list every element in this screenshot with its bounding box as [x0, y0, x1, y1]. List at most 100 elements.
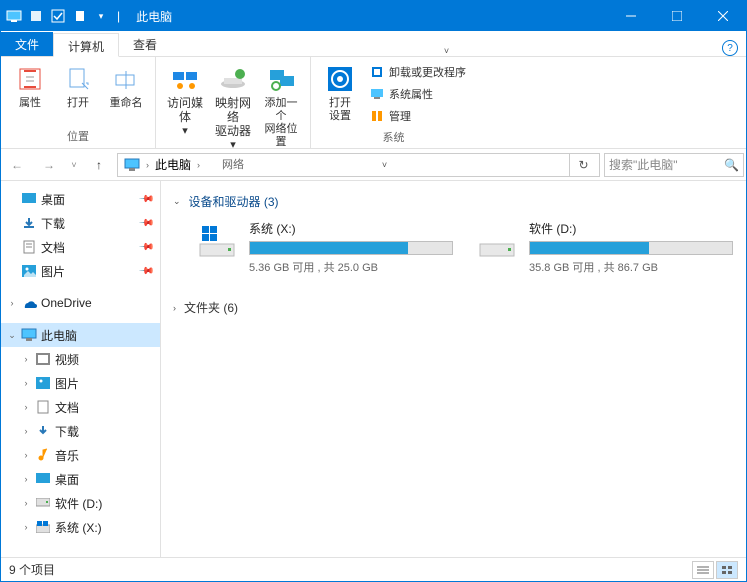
app-icon	[5, 7, 23, 25]
large-icons-view-button[interactable]	[716, 561, 738, 579]
drive-name: 软件 (D:)	[529, 220, 733, 237]
up-button[interactable]: ↑	[85, 153, 113, 177]
window-title: 此电脑	[128, 8, 172, 25]
open-button[interactable]: 打开	[55, 61, 101, 112]
back-button[interactable]: ←	[3, 153, 31, 177]
search-input[interactable]: 搜索"此电脑" 🔍	[604, 153, 744, 177]
open-icon	[62, 63, 94, 95]
breadcrumb-thispc[interactable]: 此电脑	[151, 156, 195, 173]
qat-new-icon[interactable]	[71, 7, 89, 25]
drive-free-text: 5.36 GB 可用 , 共 25.0 GB	[249, 259, 453, 275]
uninstall-button[interactable]: 卸载或更改程序	[365, 61, 470, 83]
tab-view[interactable]: 查看	[119, 32, 171, 56]
nav-music[interactable]: ›音乐	[1, 443, 160, 467]
pin-icon: 📌	[137, 263, 154, 280]
system-props-icon	[369, 86, 385, 102]
chevron-down-icon: ⌄	[173, 196, 181, 207]
manage-icon	[369, 108, 385, 124]
pin-icon: 📌	[137, 239, 154, 256]
ribbon: 属性 打开 重命名 位置 访问媒体▾ 映射网络 驱动器 ▾	[1, 57, 746, 149]
drive-icon	[35, 495, 51, 511]
status-bar: 9 个项目	[1, 557, 746, 581]
pictures-icon	[35, 375, 51, 391]
add-network-icon	[265, 63, 297, 95]
drive-item[interactable]: 软件 (D:) 35.8 GB 可用 , 共 86.7 GB	[473, 220, 733, 275]
drive-usage-bar	[529, 241, 733, 255]
minimize-button[interactable]	[608, 1, 654, 31]
forward-button[interactable]: →	[35, 153, 63, 177]
ribbon-collapse-icon[interactable]: ˅	[439, 46, 455, 56]
settings-icon	[324, 63, 356, 95]
breadcrumb[interactable]: › 此电脑 › ˅ ↻	[117, 153, 600, 177]
drive-free-text: 35.8 GB 可用 , 共 86.7 GB	[529, 259, 733, 275]
nav-drive-d[interactable]: ›软件 (D:)	[1, 491, 160, 515]
help-icon[interactable]: ?	[722, 40, 738, 56]
details-view-button[interactable]	[692, 561, 714, 579]
documents-icon	[21, 239, 37, 255]
pc-icon	[21, 327, 37, 343]
drive-name: 系统 (X:)	[249, 220, 453, 237]
map-network-button[interactable]: 映射网络 驱动器 ▾	[210, 61, 256, 154]
tab-computer[interactable]: 计算机	[53, 33, 119, 57]
tab-file[interactable]: 文件	[1, 32, 53, 56]
nav-desktop2[interactable]: ›桌面	[1, 467, 160, 491]
drive-icon	[35, 519, 51, 535]
properties-button[interactable]: 属性	[7, 61, 53, 112]
ribbon-tabs: 文件 计算机 查看 ˅ ?	[1, 31, 746, 57]
nav-onedrive[interactable]: ›OneDrive	[1, 291, 160, 315]
drive-item[interactable]: 系统 (X:) 5.36 GB 可用 , 共 25.0 GB	[193, 220, 453, 275]
documents-icon	[35, 399, 51, 415]
maximize-button[interactable]	[654, 1, 700, 31]
section-folders[interactable]: › 文件夹 (6)	[173, 295, 734, 320]
downloads-icon	[21, 215, 37, 231]
nav-thispc[interactable]: ⌄此电脑	[1, 323, 160, 347]
nav-pictures[interactable]: 图片📌	[1, 259, 160, 283]
nav-downloads[interactable]: 下载📌	[1, 211, 160, 235]
nav-documents2[interactable]: ›文档	[1, 395, 160, 419]
rename-icon	[110, 63, 142, 95]
pin-icon: 📌	[137, 215, 154, 232]
refresh-button[interactable]: ↻	[569, 154, 597, 176]
desktop-icon	[35, 471, 51, 487]
downloads-icon	[35, 423, 51, 439]
drive-usage-bar	[249, 241, 453, 255]
qat-checked-icon[interactable]	[49, 7, 67, 25]
nav-pictures2[interactable]: ›图片	[1, 371, 160, 395]
properties-icon	[14, 63, 46, 95]
nav-desktop[interactable]: 桌面📌	[1, 187, 160, 211]
open-settings-button[interactable]: 打开 设置	[317, 61, 363, 125]
ribbon-group-location: 属性 打开 重命名 位置	[1, 57, 156, 148]
recent-dropdown[interactable]: ˅	[67, 153, 81, 177]
nav-videos[interactable]: ›视频	[1, 347, 160, 371]
drive-icon	[193, 220, 241, 262]
map-network-icon	[217, 63, 249, 95]
search-icon: 🔍	[724, 158, 739, 172]
nav-downloads2[interactable]: ›下载	[1, 419, 160, 443]
navigation-pane: 桌面📌 下载📌 文档📌 图片📌 ›OneDrive ⌄此电脑 ›视频 ›图片 ›…	[1, 181, 161, 557]
uninstall-icon	[369, 64, 385, 80]
close-button[interactable]	[700, 1, 746, 31]
access-media-button[interactable]: 访问媒体▾	[162, 61, 208, 140]
section-devices[interactable]: ⌄ 设备和驱动器 (3)	[173, 189, 734, 214]
pin-icon: 📌	[137, 191, 154, 208]
chevron-right-icon: ›	[173, 303, 176, 313]
ribbon-group-system: 打开 设置 卸载或更改程序 系统属性 管理 系统	[311, 57, 476, 148]
pictures-icon	[21, 263, 37, 279]
videos-icon	[35, 351, 51, 367]
media-icon	[169, 63, 201, 95]
nav-drive-x[interactable]: ›系统 (X:)	[1, 515, 160, 539]
onedrive-icon	[21, 295, 37, 311]
breadcrumb-dropdown-icon[interactable]: ˅	[377, 160, 393, 170]
qat-dropdown-icon[interactable]: ▾	[93, 11, 109, 22]
system-props-button[interactable]: 系统属性	[365, 83, 470, 105]
add-network-button[interactable]: 添加一个 网络位置	[258, 61, 304, 151]
ribbon-group-network: 访问媒体▾ 映射网络 驱动器 ▾ 添加一个 网络位置 网络	[156, 57, 311, 148]
rename-button[interactable]: 重命名	[103, 61, 149, 112]
nav-documents[interactable]: 文档📌	[1, 235, 160, 259]
manage-button[interactable]: 管理	[365, 105, 470, 127]
music-icon	[35, 447, 51, 463]
qat-properties-icon[interactable]	[27, 7, 45, 25]
drive-icon	[473, 220, 521, 262]
item-count: 9 个项目	[9, 561, 55, 578]
desktop-icon	[21, 191, 37, 207]
